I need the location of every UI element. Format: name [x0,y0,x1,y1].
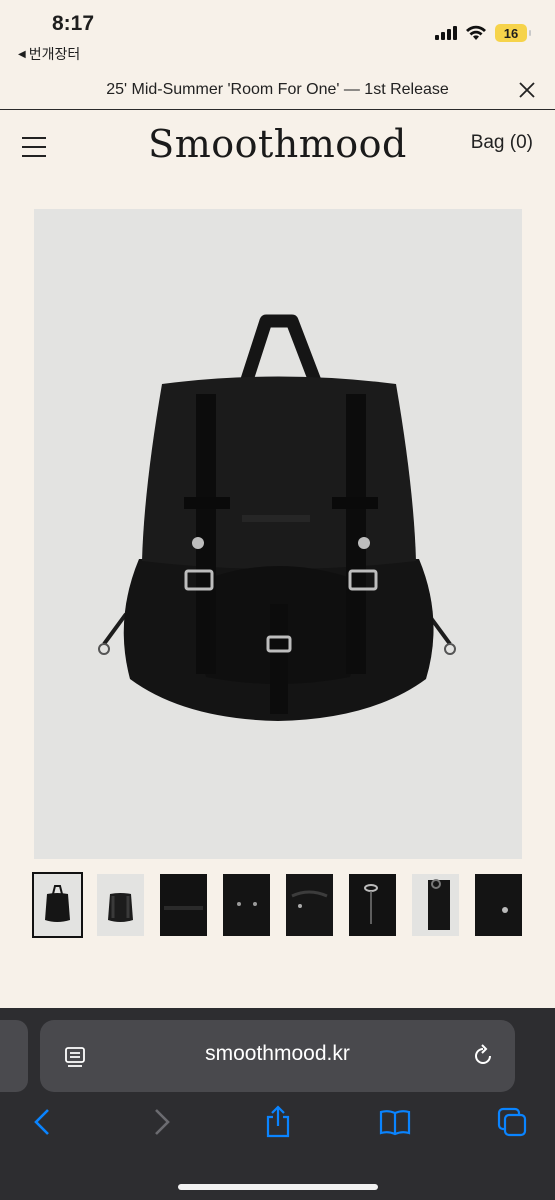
wifi-icon [466,25,486,40]
reload-icon[interactable] [471,1044,495,1068]
thumbnail-strip [32,872,522,938]
browser-toolbar [0,1102,555,1162]
thumbnail-buckle[interactable] [475,874,522,936]
thumbnail-side[interactable] [412,874,459,936]
thumbnail-top[interactable] [286,874,333,936]
tabs-icon [497,1107,527,1137]
backpack-illustration [98,314,456,721]
back-triangle-icon: ◀ [18,48,26,60]
back-app-label: 번개장터 [28,46,81,62]
flap-detail-icon [237,902,257,906]
backpack-thumb-icon [45,885,70,922]
drawcord-detail-icon [364,884,378,924]
bookmarks-button[interactable] [373,1102,417,1142]
thumbnail-flap[interactable] [223,874,270,936]
thumbnail-back[interactable] [97,874,144,936]
home-indicator [178,1184,378,1190]
close-icon[interactable] [517,80,537,100]
address-bar[interactable]: smoothmood.kr [40,1020,515,1092]
cellular-signal-icon [435,26,457,40]
back-button[interactable] [20,1102,64,1142]
tabs-button[interactable] [490,1102,534,1142]
thumbnail-drawcord[interactable] [349,874,396,936]
forward-button[interactable] [140,1102,184,1142]
announcement-text: 25' Mid-Summer 'Room For One' — 1st Rele… [106,80,449,98]
announcement-bar: 25' Mid-Summer 'Room For One' — 1st Rele… [0,70,555,110]
thumbnail-front[interactable] [32,872,83,938]
thumbnail-strap[interactable] [160,874,207,936]
top-detail-icon [291,890,328,908]
status-icons: 16 [435,24,531,42]
share-button[interactable] [256,1102,300,1142]
book-icon [379,1110,411,1136]
side-detail-icon [428,879,450,930]
site-header: Smoothmood Bag (0) [0,110,555,190]
chevron-right-icon [155,1109,170,1135]
status-time: 8:17 [52,12,95,35]
share-icon [266,1105,290,1138]
url-text[interactable]: smoothmood.kr [40,1042,515,1066]
battery-indicator: 16 [495,24,531,42]
strap-detail-icon [164,906,203,910]
bag-link[interactable]: Bag (0) [471,132,533,154]
previous-tab-preview[interactable] [0,1020,28,1092]
backpack-thumb-icon [108,893,133,922]
browser-chrome: smoothmood.kr [0,1008,555,1200]
status-bar: 8:17 ◀ 번개장터 16 [0,0,555,70]
buckle-detail-icon [502,907,508,913]
back-to-app[interactable]: ◀ 번개장터 [18,44,80,64]
chevron-left-icon [34,1109,49,1135]
product-main-image[interactable] [34,209,522,859]
